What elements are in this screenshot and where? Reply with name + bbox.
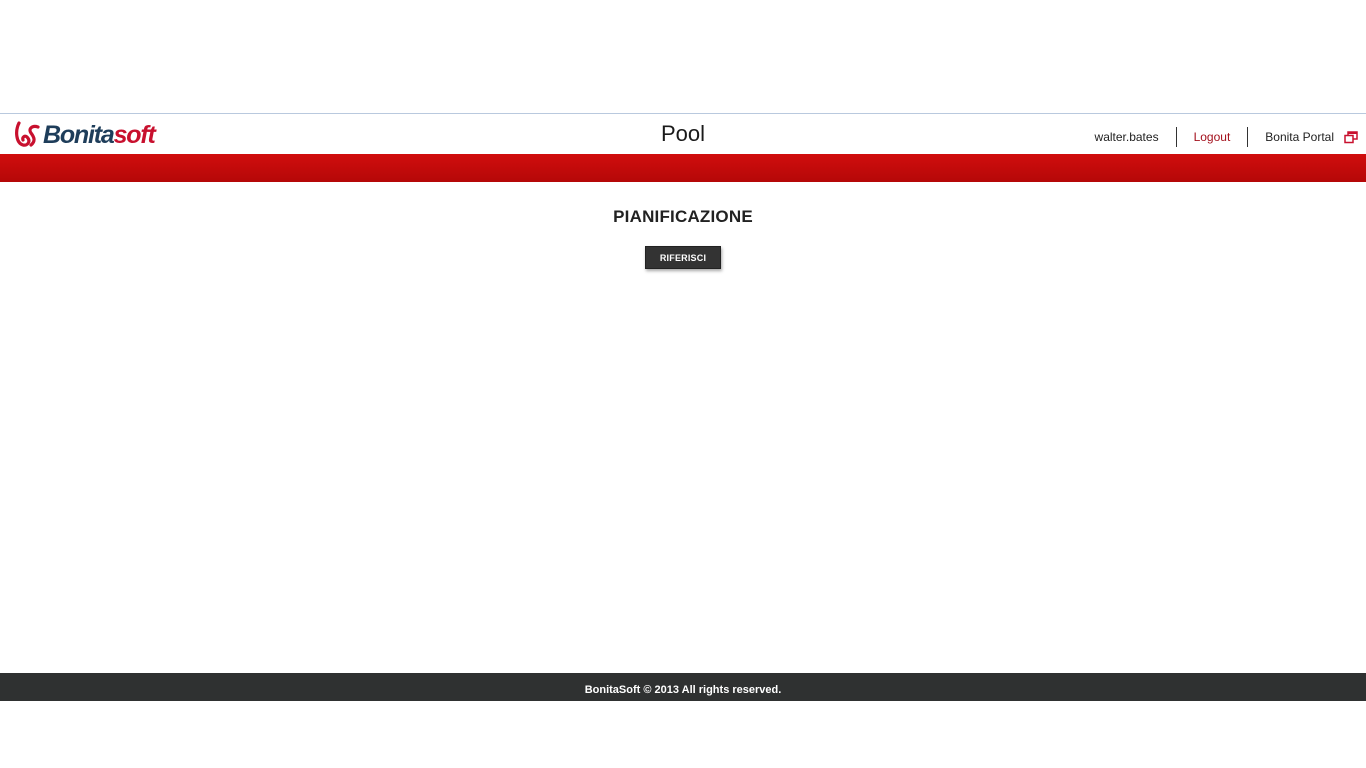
- bonita-portal-link[interactable]: Bonita Portal: [1248, 127, 1358, 147]
- bonita-app-frame: Bonitasoft Pool walter.bates Logout Boni…: [0, 113, 1366, 701]
- header-red-bar: [0, 154, 1366, 182]
- header-nav: walter.bates Logout Bonita Portal: [1095, 126, 1358, 148]
- riferisci-button[interactable]: RIFERISCI: [644, 246, 722, 269]
- footer: BonitaSoft © 2013 All rights reserved.: [0, 673, 1366, 701]
- form-content: PIANIFICAZIONE RIFERISCI: [0, 182, 1366, 269]
- bonita-portal-label: Bonita Portal: [1265, 130, 1334, 144]
- logout-link[interactable]: Logout: [1177, 127, 1248, 147]
- external-window-icon: [1344, 130, 1358, 143]
- username-label: walter.bates: [1094, 130, 1159, 144]
- header: Bonitasoft Pool walter.bates Logout Boni…: [0, 114, 1366, 154]
- form-title: PIANIFICAZIONE: [613, 207, 753, 226]
